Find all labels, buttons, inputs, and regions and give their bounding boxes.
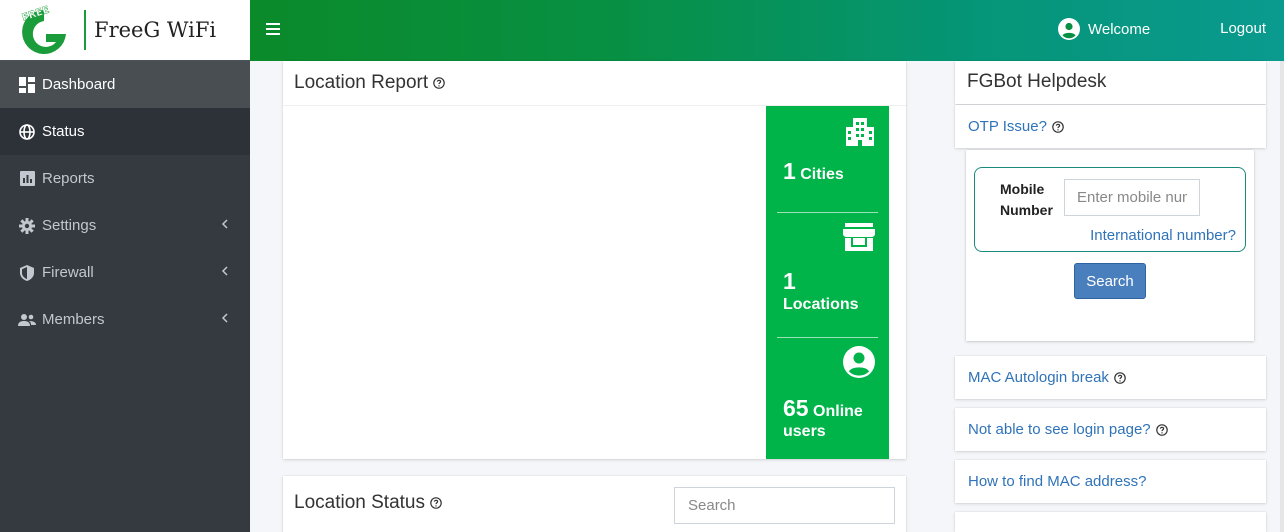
stat-cities-value: 1 Cities: [783, 158, 844, 184]
users-icon: [18, 311, 36, 329]
chevron-left-icon: [221, 266, 228, 276]
sidebar-item-label: Dashboard: [42, 76, 116, 93]
location-report-title: Location Report: [294, 72, 429, 93]
location-map[interactable]: [283, 106, 766, 459]
helpdesk-item-otp[interactable]: OTP Issue?: [955, 105, 1266, 148]
dashboard-icon: [18, 76, 36, 94]
sidebar-item-firewall[interactable]: Firewall: [0, 249, 250, 296]
helpdesk-title: FGBot Helpdesk: [955, 61, 1266, 104]
top-navbar: Welcome Logout: [250, 0, 1284, 61]
brand-link[interactable]: FREE FreeG WiFi: [0, 0, 250, 61]
user-welcome[interactable]: Welcome: [1058, 18, 1150, 40]
helpdesk-item-login-page[interactable]: Not able to see login page?: [955, 408, 1266, 451]
help-icon[interactable]: [430, 497, 442, 509]
helpdesk-item-label: OTP Issue?: [968, 118, 1047, 135]
store-icon: [843, 223, 875, 251]
location-status-title: Location Status: [294, 492, 425, 513]
helpdesk-item-label: How to find MAC address?: [968, 473, 1147, 490]
helpdesk-item-label: MAC Autologin break: [968, 369, 1109, 386]
help-icon: [1052, 120, 1064, 133]
sidebar-item-label: Members: [42, 311, 105, 328]
help-icon: [1114, 371, 1126, 384]
logout-link[interactable]: Logout: [1220, 20, 1266, 37]
otp-input-group: Mobile Number International number?: [974, 167, 1246, 252]
location-report-card: Location Report 1 Cities 1 Locations 65 O…: [283, 61, 906, 459]
helpdesk-panel: FGBot Helpdesk OTP Issue? Mobile Number …: [955, 61, 1266, 532]
shield-icon: [18, 264, 36, 282]
welcome-text: Welcome: [1088, 20, 1151, 38]
location-status-card: Location Status: [283, 476, 906, 532]
brand-logo: FREE: [12, 4, 76, 56]
sidebar-item-dashboard[interactable]: Dashboard: [0, 61, 250, 108]
location-report-header: Location Report: [283, 61, 906, 106]
brand-divider: [84, 10, 86, 50]
sidebar-item-label: Status: [42, 123, 85, 140]
location-status-header: Location Status: [294, 492, 442, 514]
location-stats-panel: 1 Cities 1 Locations 65 Online users: [766, 106, 889, 459]
stat-online-users: 65 Online users: [766, 338, 889, 459]
user-circle-icon: [843, 346, 875, 378]
help-icon: [1155, 423, 1168, 436]
stat-locations: 1 Locations: [766, 213, 889, 337]
sidebar-item-reports[interactable]: Reports: [0, 155, 250, 202]
mobile-number-label: Mobile Number: [1000, 181, 1053, 218]
helpdesk-item-label: Not able to see login page?: [968, 421, 1151, 438]
chart-icon: [18, 170, 36, 188]
stat-online-users-value: 65 Online users: [783, 395, 863, 441]
globe-icon: [18, 123, 36, 141]
building-icon: [846, 118, 874, 146]
user-circle-icon: [1058, 18, 1080, 40]
helpdesk-item-next: [955, 512, 1266, 532]
international-number-link[interactable]: International number?: [1090, 227, 1236, 244]
location-status-search-input[interactable]: [674, 487, 895, 524]
stat-cities: 1 Cities: [766, 106, 889, 212]
helpdesk-item-find-mac[interactable]: How to find MAC address?: [955, 460, 1266, 503]
hamburger-menu-icon[interactable]: [266, 22, 280, 36]
sidebar-item-label: Firewall: [42, 264, 94, 281]
otp-form: Mobile Number International number? Sear…: [966, 150, 1254, 341]
otp-search-button[interactable]: Search: [1074, 263, 1146, 299]
sidebar-nav: Dashboard Status Reports Settings Firewa…: [0, 61, 250, 343]
stat-locations-value: 1 Locations: [783, 268, 859, 314]
sidebar: FREE FreeG WiFi Dashboard Status Reports: [0, 0, 250, 532]
chevron-left-icon: [221, 313, 228, 323]
page-scrollbar[interactable]: [1280, 61, 1284, 532]
sidebar-item-label: Settings: [42, 217, 97, 234]
chevron-left-icon: [221, 219, 228, 229]
gear-icon: [18, 217, 36, 235]
help-icon[interactable]: [433, 77, 445, 89]
helpdesk-item-mac-autologin[interactable]: MAC Autologin break: [955, 356, 1266, 399]
sidebar-item-members[interactable]: Members: [0, 296, 250, 343]
sidebar-item-label: Reports: [42, 170, 95, 187]
sidebar-item-status[interactable]: Status: [0, 108, 250, 155]
mobile-number-input[interactable]: [1064, 179, 1200, 216]
brand-name: FreeG WiFi: [94, 18, 217, 42]
sidebar-item-settings[interactable]: Settings: [0, 202, 250, 249]
